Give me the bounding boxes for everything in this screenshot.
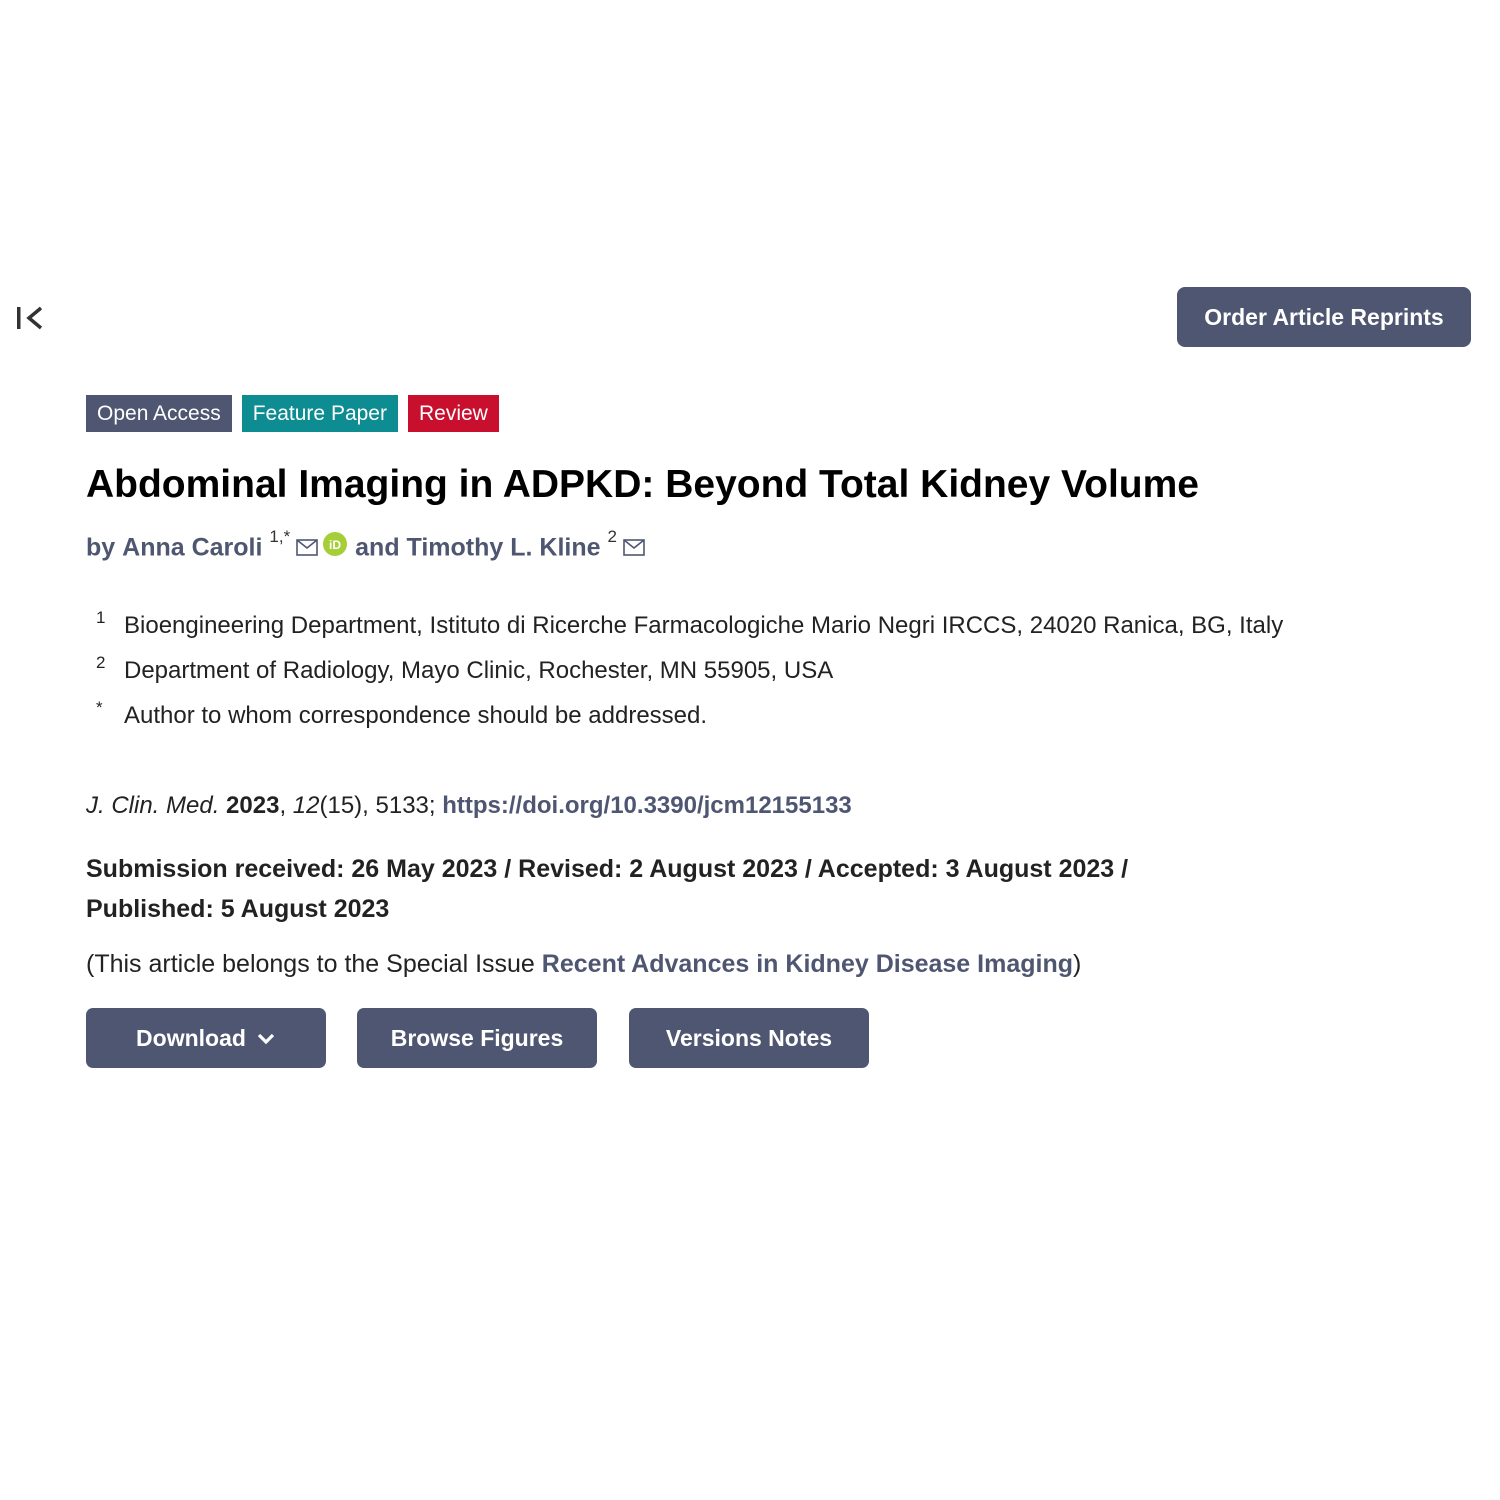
download-button[interactable]: Download bbox=[86, 1008, 326, 1068]
chevron-down-icon bbox=[256, 1008, 276, 1068]
special-issue-prefix: (This article belongs to the Special Iss… bbox=[86, 950, 542, 978]
author-affiliation-1: 1,* bbox=[269, 527, 291, 546]
author-name-1[interactable]: Anna Caroli bbox=[122, 533, 262, 561]
affiliation-text: Department of Radiology, Mayo Clinic, Ro… bbox=[124, 657, 834, 684]
special-issue-link[interactable]: Recent Advances in Kidney Disease Imagin… bbox=[542, 950, 1073, 978]
versions-notes-button[interactable]: Versions Notes bbox=[629, 1008, 869, 1068]
author-line: by Anna Caroli 1,* iD and Timothy L. Klin… bbox=[86, 527, 645, 564]
author-affiliation-2: 2 bbox=[607, 527, 617, 546]
download-label: Download bbox=[136, 1025, 246, 1051]
publication-dates: Submission received: 26 May 2023 / Revis… bbox=[86, 855, 1129, 923]
special-issue-note: (This article belongs to the Special Iss… bbox=[86, 950, 1081, 979]
affiliation-number: * bbox=[96, 698, 103, 717]
email-icon[interactable] bbox=[296, 534, 318, 563]
author-name-2[interactable]: Timothy L. Kline bbox=[407, 533, 601, 561]
article-badges: Open Access Feature Paper Review bbox=[86, 395, 499, 432]
feature-paper-badge[interactable]: Feature Paper bbox=[241, 395, 398, 432]
and-label: and bbox=[355, 533, 400, 562]
collapse-left-icon[interactable] bbox=[14, 304, 48, 334]
svg-text:iD: iD bbox=[329, 538, 341, 552]
special-issue-suffix: ) bbox=[1073, 950, 1082, 978]
affiliation-text: Bioengineering Department, Istituto di R… bbox=[124, 612, 1284, 639]
by-label: by bbox=[86, 533, 116, 562]
affiliation-text: Author to whom correspondence should be … bbox=[124, 702, 708, 729]
email-icon[interactable] bbox=[623, 534, 645, 563]
affiliation-number: 1 bbox=[96, 608, 106, 627]
order-article-reprints-button[interactable]: Order Article Reprints bbox=[1177, 287, 1471, 347]
citation-year: 2023 bbox=[226, 792, 280, 819]
citation-line: J. Clin. Med. 2023, 12(15), 5133; https:… bbox=[86, 792, 852, 819]
doi-link[interactable]: https://doi.org/10.3390/jcm12155133 bbox=[442, 792, 852, 819]
article-actions: Download Browse Figures Versions Notes bbox=[86, 1008, 869, 1068]
browse-figures-button[interactable]: Browse Figures bbox=[357, 1008, 597, 1068]
orcid-icon[interactable]: iD bbox=[322, 531, 348, 564]
affiliation-number: 2 bbox=[96, 653, 106, 672]
open-access-badge[interactable]: Open Access bbox=[86, 395, 232, 432]
citation-issue-pages: (15), 5133; bbox=[319, 792, 436, 819]
journal-name: J. Clin. Med. bbox=[86, 792, 220, 819]
citation-volume: 12 bbox=[292, 792, 320, 819]
review-badge: Review bbox=[407, 395, 499, 432]
article-title: Abdominal Imaging in ADPKD: Beyond Total… bbox=[86, 463, 1199, 506]
